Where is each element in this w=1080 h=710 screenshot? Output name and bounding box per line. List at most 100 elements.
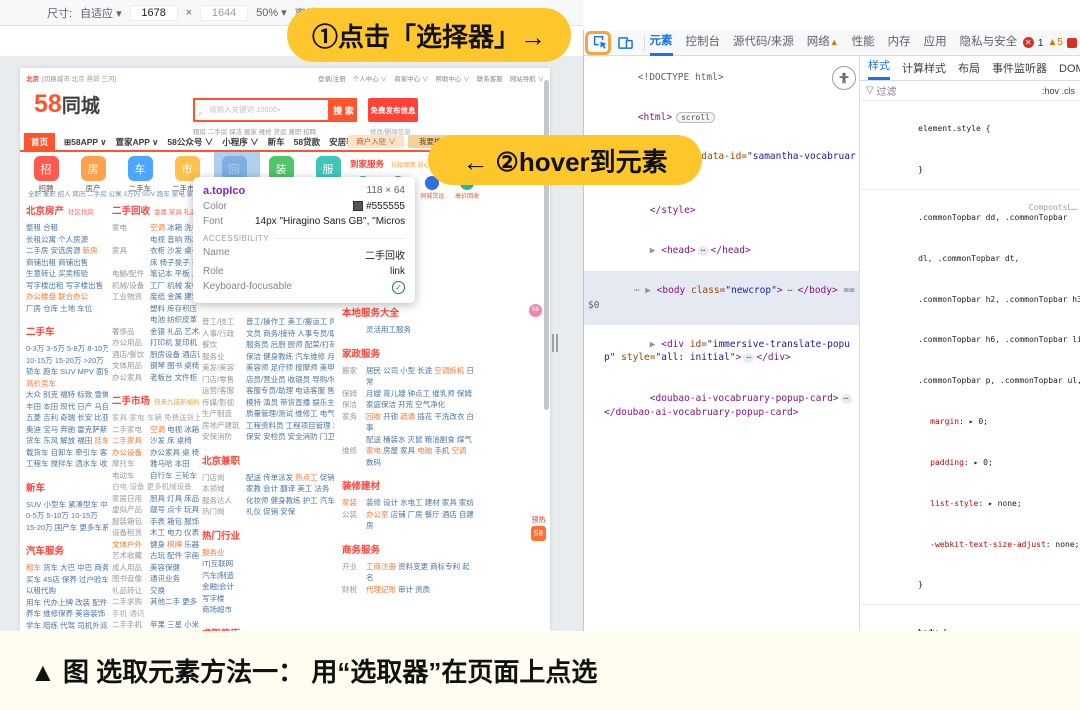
style-rule-line[interactable]: } (860, 560, 1080, 601)
block-title[interactable]: 汽车服务 (26, 546, 64, 557)
device-toolbar-icon[interactable] (616, 33, 635, 53)
link-row[interactable]: 电动车自行车 三轮车 (112, 470, 200, 482)
block-title[interactable]: 二手车 (26, 327, 55, 338)
link-row[interactable]: 维修家电 房屋 家具 电脑 手机 空调 数码 (342, 445, 476, 468)
styles-panel-tab[interactable]: 样式 (868, 56, 890, 80)
link-row[interactable]: 金融|会计 (202, 581, 334, 593)
block-title[interactable]: 二手回收 (112, 206, 150, 217)
link-row[interactable]: 门店/零售店员/营业员 收银员 导购/特购员 (202, 374, 334, 386)
link-row[interactable]: 工业物资废纸 金属 建筑垃圾 (112, 291, 200, 303)
link-row[interactable]: 搬家居民 公司 小型 长途 空调拆机 日常 (342, 365, 476, 388)
link-row[interactable]: 家电空调 冰箱 洗衣机 (112, 222, 200, 234)
nav-item[interactable]: 58公众号 ∨ (167, 136, 213, 148)
nav-item[interactable]: 首页 (24, 133, 55, 151)
floating-app-widget[interactable]: 预热 58 (531, 515, 546, 541)
styles-filter-bar[interactable]: ▽ 过滤 :hov .cls (860, 81, 1080, 101)
nav-item[interactable]: 58贷款 (294, 136, 320, 148)
link-row[interactable]: 服务业保洁 健身教练 汽车维修 月嫂 (202, 351, 334, 363)
link-row[interactable]: 二手家电空调 电视 冰箱 (112, 424, 200, 436)
citybar-link[interactable]: 登录|注册 (318, 76, 346, 83)
style-rule-line[interactable]: element.style { (860, 104, 1080, 145)
publish-button[interactable]: 免费发布信息 (368, 98, 418, 122)
link-row[interactable]: 机械/设备工厂 机械 发电机 (112, 280, 200, 292)
page-scrollbar-thumb[interactable] (544, 80, 549, 410)
site-logo[interactable]: 58同城 (34, 90, 100, 119)
style-rule-line[interactable]: margin: ▸ 0; (860, 397, 1080, 438)
link-row[interactable]: 办公楼盘 联合办公 (26, 291, 108, 303)
link-row[interactable]: 文体户外健身 棋牌 乐器 (112, 539, 200, 551)
styles-panel-tab[interactable]: DOM 断点 (1059, 60, 1080, 76)
link-row[interactable]: 五菱 吉利 奇瑞 长安 比亚迪 (26, 412, 108, 424)
responsive-mode-select[interactable]: 自适应 ▾ (80, 5, 122, 21)
link-row[interactable]: 成人用品美容保健 (112, 562, 200, 574)
devtools-tab[interactable]: 隐私与安全 (960, 31, 1018, 54)
citybar-link[interactable]: 帮助中心 ∨ (435, 76, 469, 83)
link-row[interactable]: 写字楼 (202, 593, 334, 605)
link-row[interactable]: 文体用品钢琴 图书 桌椅 (112, 360, 200, 372)
dom-tree-line[interactable]: <html>scroll (584, 98, 859, 138)
link-row[interactable]: 虚拟产品靓号 点卡 玩具 (112, 504, 200, 516)
link-row[interactable]: 酒店/餐饮厨房设备 酒店设备 (112, 349, 200, 361)
block-title[interactable]: 二手市场 (112, 396, 150, 407)
styles-panel-tab[interactable]: 计算样式 (902, 60, 946, 76)
link-row[interactable]: 开业工商注册 资料变更 商标专利 起名 (342, 561, 476, 584)
link-row[interactable]: 家具衣柜 沙发 桌子 (112, 245, 200, 257)
link-row[interactable]: 学车 陪练 代驾 司机外派 (26, 620, 108, 632)
link-row[interactable]: 门店岗配送 传单派发 热点工 促销导购 (202, 472, 334, 484)
link-row[interactable]: 买车 4S店 保养 过户验车 (26, 574, 108, 586)
link-row[interactable]: 保洁家庭保洁 开荒 空气净化 (342, 399, 476, 411)
link-row[interactable]: 餐饮服务员 后厨 厨师 配菜/打荷 厨师长 (202, 339, 334, 351)
link-row[interactable]: 0-5万 5-10万 10-15万 (26, 510, 108, 522)
block-title[interactable]: 北京房产 (26, 206, 64, 217)
link-row[interactable]: 家务回收 开锁 疏通 插花 干洗改衣 白事 (342, 411, 476, 434)
link-row[interactable]: 公装办公室 店铺 厂房 餐厅 酒店 自建房 (342, 509, 476, 532)
link-row[interactable]: 生产制造质量管理/测试 维修工 电气工程师 (202, 408, 334, 420)
devtools-tab[interactable]: 源代码/来源 (733, 31, 794, 54)
link-row[interactable]: 租车 货车 大巴 中巴 商务 (26, 562, 108, 574)
link-row[interactable]: 艺术收藏古玩 配件 字画 (112, 550, 200, 562)
devtools-tab[interactable]: 性能 (852, 31, 875, 54)
devtools-tab[interactable]: 内存 (888, 31, 911, 54)
link-row[interactable]: SUV 小型车 紧凑型车 中型车 (26, 499, 108, 511)
link-row[interactable]: 电脑/配件笔记本 平板 显示器 (112, 268, 200, 280)
link-row[interactable]: 家装装修 设计 水电工 建材 家具 家纺 (342, 497, 476, 509)
style-rule-line[interactable]: dl, .commonTopbar dt, (860, 233, 1080, 274)
link-row[interactable]: 家居日用厨具 灯具 床品 (112, 493, 200, 505)
link-row[interactable]: 白电·设备 更多机械设备 (112, 481, 200, 493)
nav-item[interactable]: ⊞58APP ∨ (64, 137, 106, 148)
link-row[interactable]: 二手求购其他二手 更多 (112, 596, 200, 608)
style-rule-line[interactable]: -webkit-text-size-adjust: none; (860, 519, 1080, 560)
link-row[interactable]: 美发/美容美容师 足疗师 按摩师 美甲师 (202, 362, 334, 374)
link-row[interactable]: 安保消防保安 安检员 安全消防 门卫 更多+ (202, 431, 334, 443)
issue-badges[interactable]: ✕ 1 ▲5 (1023, 37, 1080, 49)
link-row[interactable]: 工程车 搅拌车 洒水车 收割机 (26, 458, 108, 470)
style-rule-line[interactable] (860, 604, 1080, 605)
block-title[interactable]: 北京兼职 (202, 456, 240, 467)
link-row[interactable]: 手机·通讯 (112, 608, 200, 620)
block-title[interactable]: 热门行业 (202, 531, 240, 542)
floating-badge[interactable]: 58 (529, 304, 542, 317)
city-name[interactable]: 北京 (26, 73, 39, 83)
devtools-tab[interactable]: 网络▲ (807, 31, 839, 54)
zoom-select[interactable]: 50% ▾ (256, 6, 287, 19)
link-row[interactable]: 商场超市 (202, 604, 334, 616)
stylesheet-source-link[interactable]: CompontsL… (1029, 203, 1080, 213)
link-row[interactable]: 丰田 本田 现代 日产 马自达 (26, 401, 108, 413)
styles-panel-tab[interactable]: 事件监听器 (992, 60, 1047, 76)
link-row[interactable]: 写字楼出租 写字楼出售 (26, 280, 108, 292)
block-title[interactable]: 本地服务大全 (342, 308, 399, 319)
link-row[interactable]: 电池 纺织皮革 (112, 314, 200, 326)
link-row[interactable]: 办公用品打印机 复印机 (112, 337, 200, 349)
search-button[interactable]: 搜 索 (330, 98, 357, 122)
link-row[interactable]: 房地产建筑工程资料员 工程项目管理 木工 (202, 420, 334, 432)
link-row[interactable]: 本领域家教 会计 翻译 美工 法务 (202, 483, 334, 495)
viewport-width-input[interactable]: 1678 (130, 5, 178, 21)
devtools-tab[interactable]: 应用 (924, 31, 947, 54)
link-row[interactable]: 0-3万 3-5万 5-8万 8-10万 (26, 343, 108, 355)
city-switch-link[interactable]: [切换城市 北京 燕郊 三河] (42, 73, 116, 83)
link-row[interactable]: 二手家具沙发 床 桌椅 (112, 435, 200, 447)
link-row[interactable]: 办公设备办公家具 桌 椅 (112, 447, 200, 459)
merchant-entry-button[interactable]: 商户入驻 ∨ (348, 135, 404, 148)
block-title[interactable]: 新车 (26, 483, 45, 494)
style-rule-line[interactable]: .commonTopbar h6, .commonTopbar li, .com… (860, 315, 1080, 356)
